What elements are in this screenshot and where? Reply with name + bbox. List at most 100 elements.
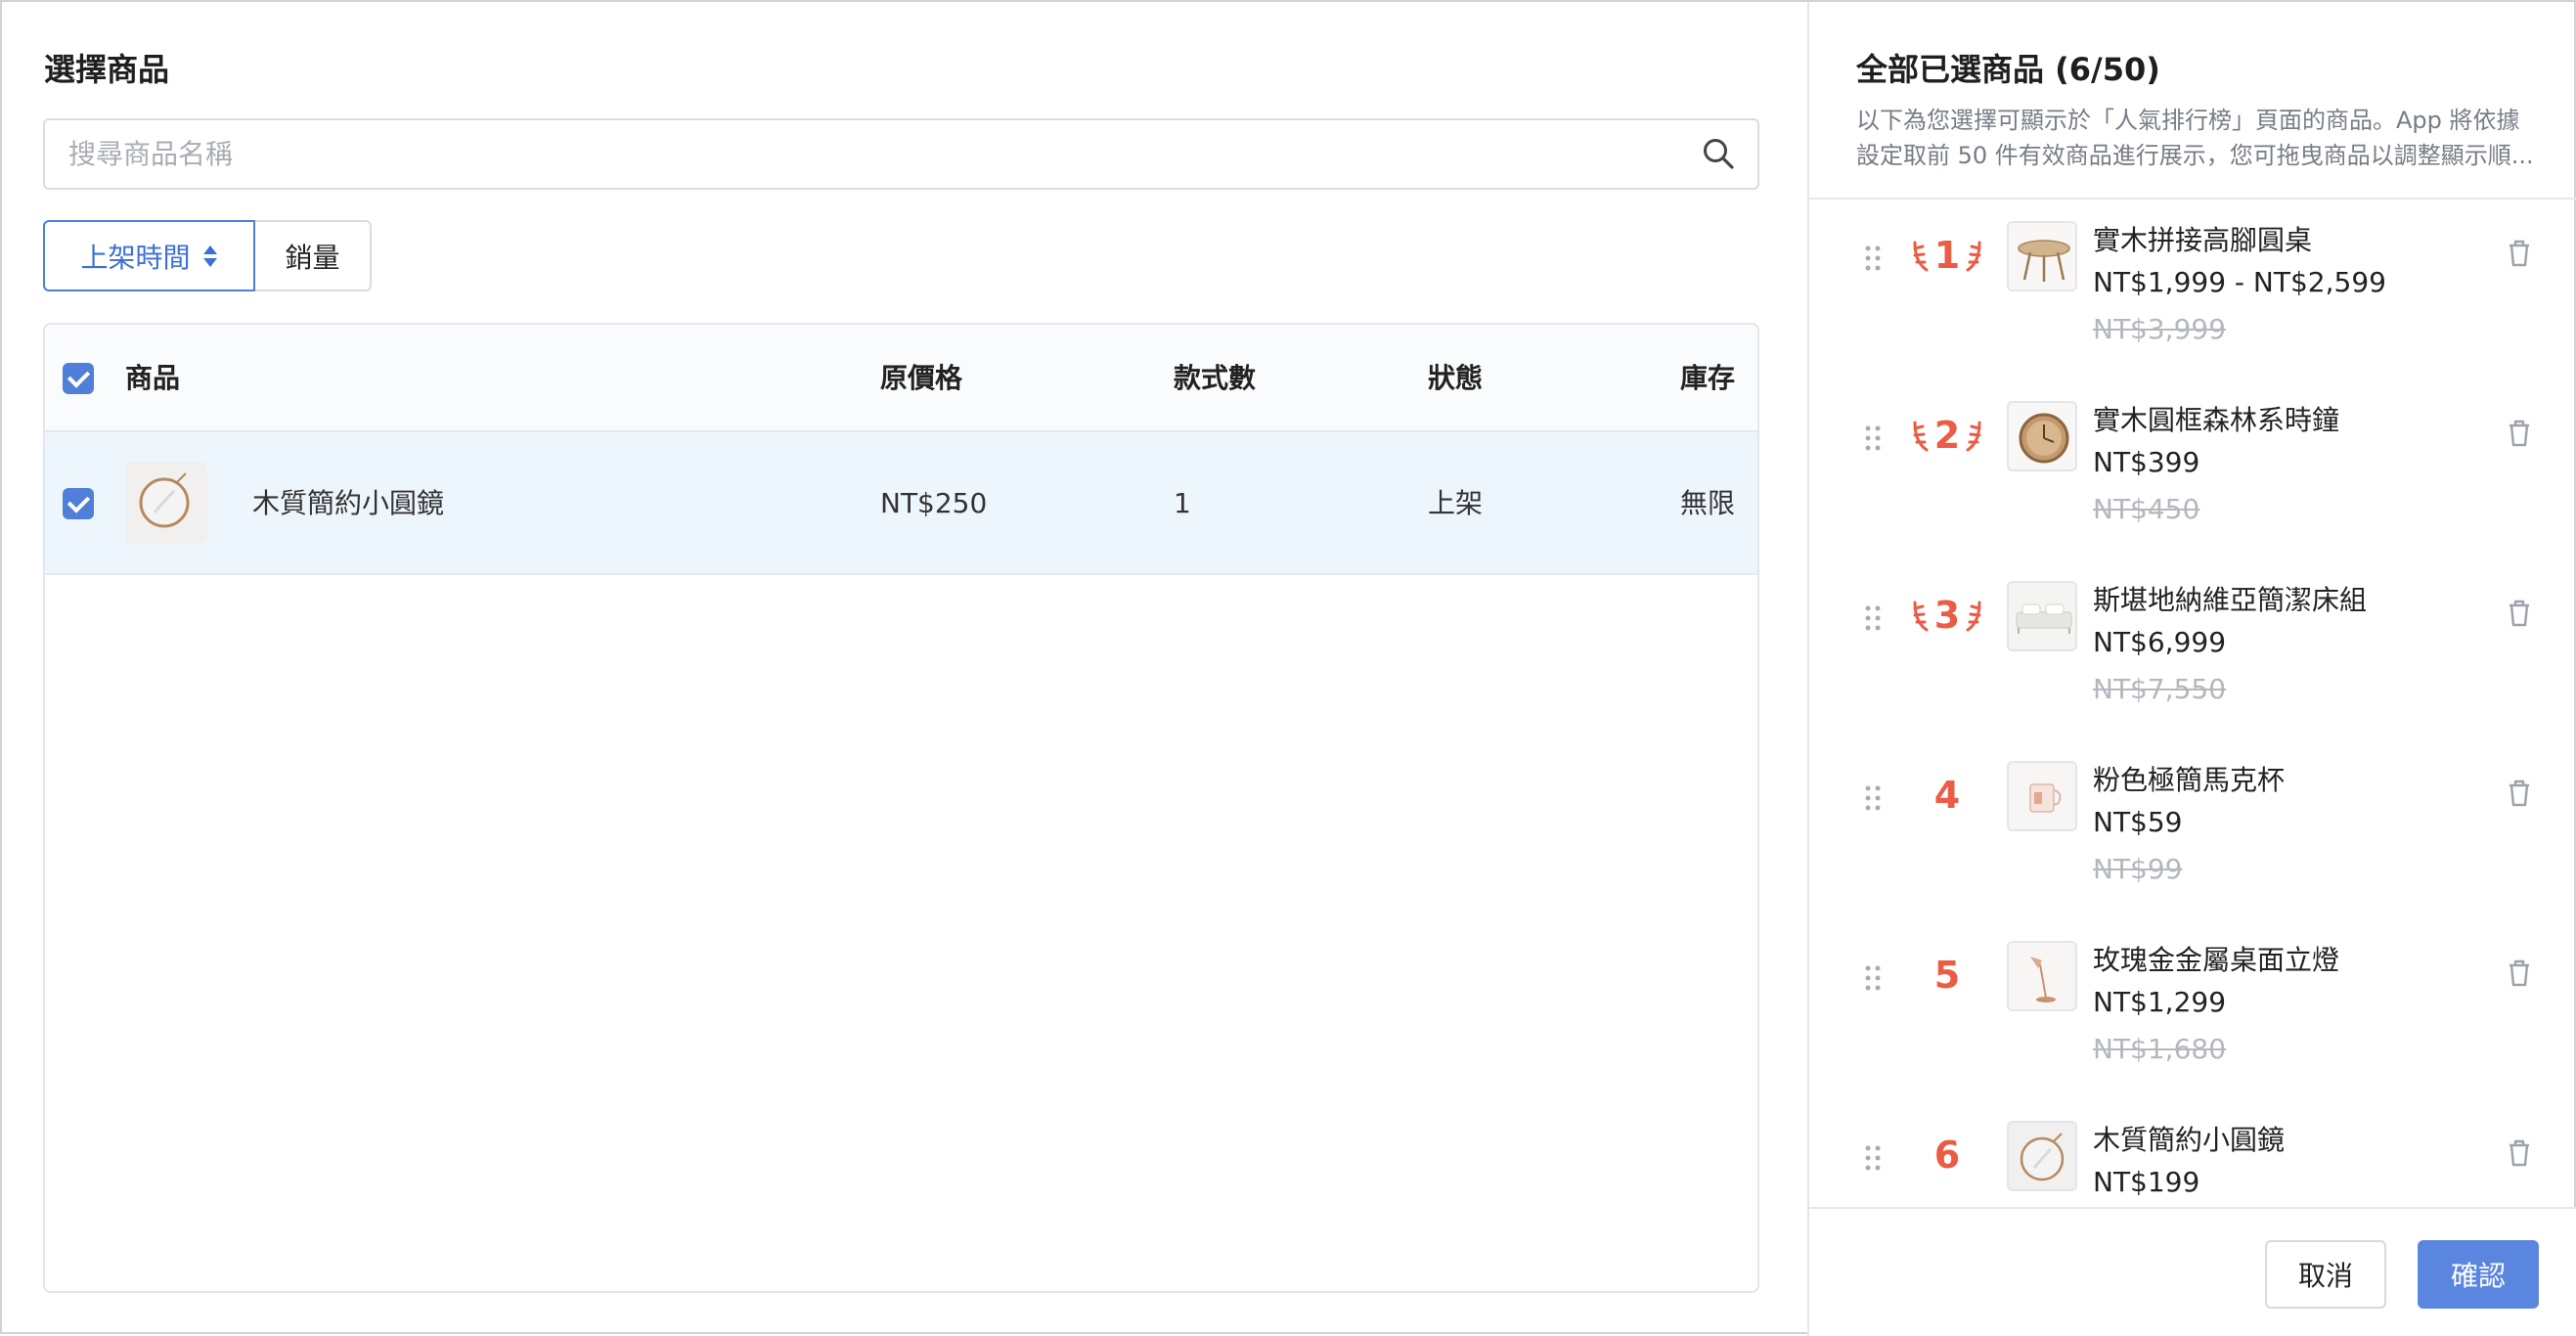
- wall-clock-image: [2009, 403, 2075, 469]
- laurel-right-icon: [1966, 241, 1981, 272]
- laurel-right-icon: [1966, 421, 1981, 452]
- laurel-right-icon: [1966, 601, 1981, 632]
- product-thumbnail: [2007, 221, 2077, 291]
- delete-icon[interactable]: [2506, 239, 2533, 268]
- item-original-price: NT$1,680: [2093, 1033, 2227, 1065]
- product-name: 木質簡約小圓鏡: [252, 487, 445, 519]
- drag-handle-icon[interactable]: [1864, 1144, 1882, 1172]
- sort-by-sales-button[interactable]: 銷量: [255, 220, 372, 291]
- header-product: 商品: [125, 362, 181, 394]
- rank-badge: 3: [1903, 583, 1991, 647]
- search-icon[interactable]: [1701, 136, 1736, 171]
- round-mirror-image: [125, 462, 207, 544]
- table-row[interactable]: 木質簡約小圓鏡 NT$250 1 上架 無限: [45, 432, 1757, 575]
- product-table: 商品 原價格 款式數 狀態 庫存 木質簡約小圓鏡 NT$250 1 上架 無限: [43, 323, 1759, 1293]
- rank-badge: 4: [1903, 763, 1991, 827]
- desk-lamp-image: [2009, 943, 2075, 1009]
- search-input[interactable]: [68, 120, 1672, 188]
- sort-toggle-group: 上架時間 銷量: [43, 220, 372, 291]
- list-item[interactable]: 1 實木拼接高腳圓桌 NT$1,999 - NT$2,599 NT$3,999: [1809, 200, 2576, 379]
- rank-number: 5: [1933, 954, 1961, 997]
- dialog: 選擇商品 上架時間 銷量 商品 原價格 款式數 狀態 庫存: [0, 0, 2576, 1336]
- table-header: 商品 原價格 款式數 狀態 庫存: [45, 325, 1757, 432]
- item-price: NT$1,999 - NT$2,599: [2093, 266, 2386, 298]
- sort-by-listing-time-label: 上架時間: [80, 241, 191, 274]
- item-price: NT$59: [2093, 806, 2183, 838]
- round-mirror-image: [2009, 1123, 2075, 1189]
- item-price: NT$6,999: [2093, 626, 2227, 658]
- item-name: 玫瑰金金屬桌面立燈: [2093, 944, 2340, 976]
- item-original-price: NT$99: [2093, 853, 2183, 885]
- rank-number: 6: [1933, 1134, 1961, 1177]
- drag-handle-icon[interactable]: [1864, 245, 1882, 272]
- bed-set-image: [2009, 583, 2075, 649]
- product-thumbnail: [2007, 401, 2077, 471]
- item-price: NT$199: [2093, 1166, 2200, 1198]
- product-thumbnail: [2007, 761, 2077, 831]
- mug-image: [2009, 763, 2075, 829]
- rank-number: 1: [1933, 234, 1961, 277]
- header-original-price: 原價格: [880, 362, 963, 394]
- item-original-price: NT$3,999: [2093, 313, 2227, 345]
- selected-products-description: 以下為您選擇可顯示於「人氣排行榜」頁面的商品。App 將依據設定取前 50 件有…: [1856, 107, 2534, 169]
- drag-handle-icon[interactable]: [1864, 964, 1882, 992]
- delete-icon[interactable]: [2506, 1138, 2533, 1168]
- selected-products-list: 1 實木拼接高腳圓桌 NT$1,999 - NT$2,599 NT$3,999: [1809, 200, 2576, 1207]
- item-original-price: NT$450: [2093, 493, 2200, 525]
- laurel-left-icon: [1913, 241, 1929, 272]
- sort-arrows-icon: [202, 244, 218, 269]
- stock: 無限: [1680, 487, 1736, 519]
- item-name: 斯堪地納維亞簡潔床組: [2093, 584, 2368, 616]
- status: 上架: [1428, 487, 1484, 519]
- list-item[interactable]: 6 木質簡約小圓鏡 NT$199: [1809, 1099, 2576, 1207]
- cancel-button[interactable]: 取消: [2265, 1240, 2386, 1309]
- rank-badge: 2: [1903, 403, 1991, 468]
- rank-badge: 1: [1903, 223, 1991, 288]
- list-item[interactable]: 5 玫瑰金金屬桌面立燈 NT$1,299 NT$1,680: [1809, 919, 2576, 1099]
- selected-products-panel: 全部已選商品 (6/50) 以下為您選擇可顯示於「人氣排行榜」頁面的商品。App…: [1807, 2, 2576, 1336]
- list-item[interactable]: 4 粉色極簡馬克杯 NT$59 NT$99: [1809, 739, 2576, 919]
- item-name: 木質簡約小圓鏡: [2093, 1124, 2286, 1156]
- product-thumbnail: [2007, 581, 2077, 651]
- item-price: NT$1,299: [2093, 986, 2227, 1018]
- item-name: 實木拼接高腳圓桌: [2093, 224, 2313, 256]
- product-thumbnail: [2007, 941, 2077, 1011]
- delete-icon[interactable]: [2506, 599, 2533, 628]
- rank-badge: 5: [1903, 943, 1991, 1007]
- drag-handle-icon[interactable]: [1864, 604, 1882, 632]
- drag-handle-icon[interactable]: [1864, 424, 1882, 452]
- header-variant-count: 款式數: [1174, 362, 1257, 394]
- selected-products-title: 全部已選商品 (6/50): [1856, 51, 2160, 88]
- round-table-image: [2009, 223, 2075, 289]
- product-picker-panel: 選擇商品 上架時間 銷量 商品 原價格 款式數 狀態 庫存: [2, 2, 1807, 1336]
- delete-icon[interactable]: [2506, 779, 2533, 808]
- rank-number: 4: [1933, 774, 1961, 817]
- search-box[interactable]: [43, 118, 1759, 190]
- item-name: 實木圓框森林系時鐘: [2093, 404, 2340, 436]
- item-name: 粉色極簡馬克杯: [2093, 764, 2286, 796]
- original-price: NT$250: [880, 487, 988, 519]
- panel-title: 選擇商品: [44, 51, 170, 88]
- list-item[interactable]: 2 實木圓框森林系時鐘 NT$399 NT$450: [1809, 379, 2576, 559]
- delete-icon[interactable]: [2506, 958, 2533, 988]
- confirm-button[interactable]: 確認: [2418, 1240, 2539, 1309]
- laurel-left-icon: [1913, 601, 1929, 632]
- rank-badge: 6: [1903, 1123, 1991, 1187]
- list-item[interactable]: 3 斯堪地納維亞簡潔床組 NT$6,999 NT$7,550: [1809, 559, 2576, 739]
- row-checkbox[interactable]: [63, 488, 94, 519]
- drag-handle-icon[interactable]: [1864, 784, 1882, 812]
- header-stock: 庫存: [1680, 362, 1736, 394]
- laurel-left-icon: [1913, 421, 1929, 452]
- dialog-footer: 取消 確認: [1809, 1207, 2576, 1336]
- rank-number: 2: [1933, 414, 1961, 457]
- select-all-checkbox[interactable]: [63, 363, 94, 394]
- item-original-price: NT$7,550: [2093, 673, 2227, 705]
- product-thumbnail: [125, 462, 207, 544]
- delete-icon[interactable]: [2506, 419, 2533, 448]
- rank-number: 3: [1933, 594, 1961, 637]
- product-thumbnail: [2007, 1121, 2077, 1191]
- variant-count: 1: [1174, 487, 1191, 519]
- item-price: NT$399: [2093, 446, 2200, 478]
- header-status: 狀態: [1428, 362, 1484, 394]
- sort-by-listing-time-button[interactable]: 上架時間: [43, 220, 255, 291]
